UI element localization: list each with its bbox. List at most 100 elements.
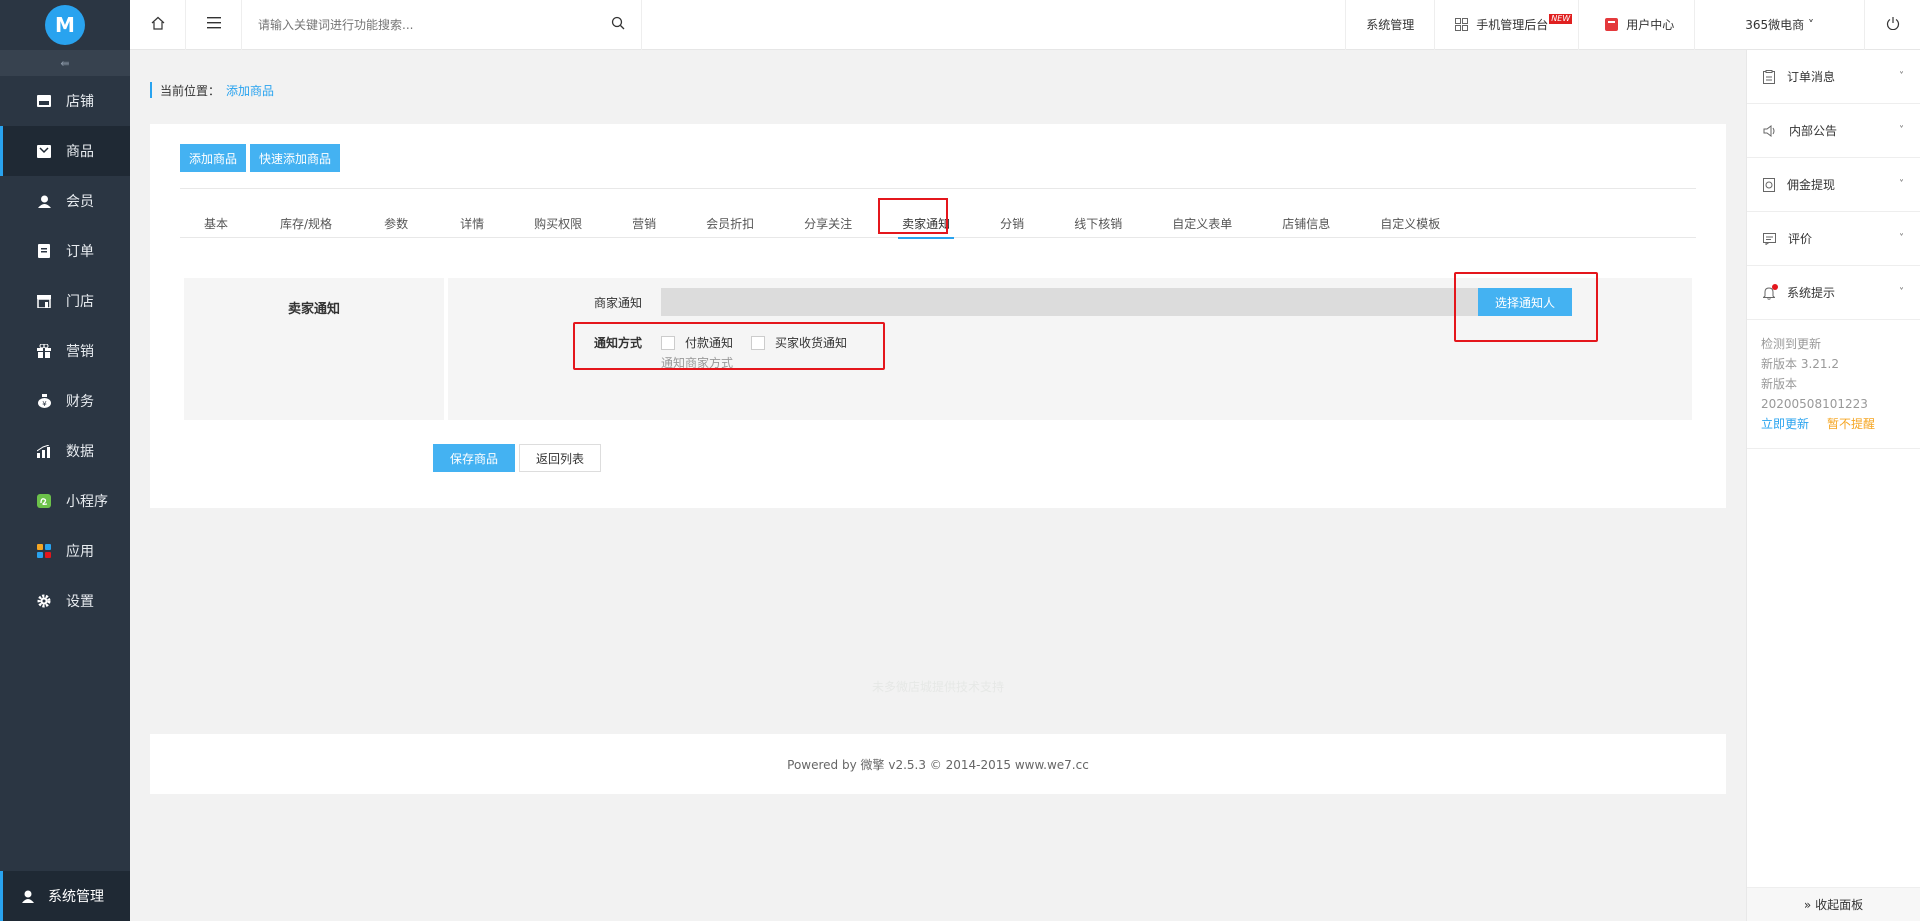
user-center-link[interactable]: 用户中心 xyxy=(1578,0,1694,50)
form-card: 添加商品 快速添加商品 基本 库存/规格 参数 详情 购买权限 营销 会员折扣 … xyxy=(150,124,1726,508)
tab-purchase-permission[interactable]: 购买权限 xyxy=(522,208,594,238)
highlight-box-select xyxy=(1454,272,1598,342)
tab-stock-spec[interactable]: 库存/规格 xyxy=(268,208,344,238)
search-input[interactable] xyxy=(258,17,611,32)
sidebar-item-label: 营销 xyxy=(66,344,94,360)
add-goods-button[interactable]: 添加商品 xyxy=(180,144,247,172)
user-center-label: 用户中心 xyxy=(1626,18,1675,32)
user-gear-icon xyxy=(22,890,36,903)
right-panel: 订单消息 ˅ 内部公告 ˅ 佣金提现 ˅ 评价 ˅ 系统提示 ˅ 检测到更新 新… xyxy=(1746,50,1920,921)
tab-custom-template[interactable]: 自定义模板 xyxy=(1368,208,1452,238)
save-goods-button[interactable]: 保存商品 xyxy=(433,444,515,472)
tab-basic[interactable]: 基本 xyxy=(192,208,240,238)
clipboard-icon xyxy=(1763,69,1775,84)
home-icon xyxy=(151,16,165,33)
top-bar: 系统管理 手机管理后台 NEW 用户中心 365微电商 ˅ xyxy=(130,0,1920,50)
logout-button[interactable] xyxy=(1864,0,1920,50)
sidebar-collapse-button[interactable]: ⇚ xyxy=(0,50,130,76)
sidebar-item-label: 店铺 xyxy=(66,94,94,110)
sidebar-item-settings[interactable]: 设置 xyxy=(0,576,130,626)
update-links: 立即更新 暂不提醒 xyxy=(1761,414,1906,434)
grid-icon xyxy=(1455,18,1469,31)
tab-params[interactable]: 参数 xyxy=(372,208,420,238)
sidebar-item-goods[interactable]: 商品 xyxy=(0,126,130,176)
tab-share-follow[interactable]: 分享关注 xyxy=(792,208,864,238)
tab-details[interactable]: 详情 xyxy=(448,208,496,238)
merchant-notify-field[interactable] xyxy=(661,288,1572,316)
apps-icon xyxy=(36,543,52,559)
sidebar-item-store[interactable]: 店铺 xyxy=(0,76,130,126)
sidebar-item-label: 会员 xyxy=(66,194,94,210)
sidebar-item-label: 小程序 xyxy=(66,494,108,510)
sidebar-item-finance[interactable]: ¥ 财务 xyxy=(0,376,130,426)
sidebar-item-label: 设置 xyxy=(66,594,94,610)
collapse-icon: ⇚ xyxy=(60,56,70,70)
search-box xyxy=(242,0,642,50)
logo[interactable]: M xyxy=(45,5,85,45)
sidebar-system-management[interactable]: 系统管理 xyxy=(0,871,130,921)
chevron-down-icon: ˅ xyxy=(1899,233,1904,244)
member-icon xyxy=(36,193,52,209)
quick-add-goods-button[interactable]: 快速添加商品 xyxy=(250,144,341,172)
breadcrumb-prefix: 当前位置： xyxy=(160,83,221,98)
tab-distribution[interactable]: 分销 xyxy=(988,208,1036,238)
remind-later-link[interactable]: 暂不提醒 xyxy=(1827,414,1875,434)
chart-icon xyxy=(36,443,52,459)
rp-order-messages[interactable]: 订单消息 ˅ xyxy=(1747,50,1920,104)
rp-reviews[interactable]: 评价 ˅ xyxy=(1747,212,1920,266)
shop-switcher[interactable]: 365微电商 ˅ xyxy=(1694,0,1864,50)
rp-label: 订单消息 xyxy=(1787,70,1836,84)
sidebar-item-miniprogram[interactable]: 小程序 xyxy=(0,476,130,526)
rp-commission-withdraw[interactable]: 佣金提现 ˅ xyxy=(1747,158,1920,212)
main-content: 当前位置： 添加商品 添加商品 快速添加商品 基本 库存/规格 参数 详情 购买… xyxy=(150,50,1726,794)
store-icon xyxy=(36,93,52,109)
mobile-admin-link[interactable]: 手机管理后台 NEW xyxy=(1434,0,1578,50)
chevron-down-icon: ˅ xyxy=(1899,287,1904,298)
tab-shop-info[interactable]: 店铺信息 xyxy=(1270,208,1342,238)
system-management-link[interactable]: 系统管理 xyxy=(1345,0,1434,50)
update-now-link[interactable]: 立即更新 xyxy=(1761,414,1809,434)
rp-internal-notice[interactable]: 内部公告 ˅ xyxy=(1747,104,1920,158)
sidebar-item-marketing[interactable]: 营销 xyxy=(0,326,130,376)
shop-icon xyxy=(36,293,52,309)
tab-member-discount[interactable]: 会员折扣 xyxy=(694,208,766,238)
menu-toggle-button[interactable] xyxy=(186,0,242,50)
shop-name-label: 365微电商 ˅ xyxy=(1745,18,1814,32)
chevron-down-icon: ˅ xyxy=(1899,179,1904,190)
sidebar-item-label: 商品 xyxy=(66,144,94,160)
logo-area: M xyxy=(0,0,130,50)
svg-text:¥: ¥ xyxy=(42,400,47,408)
hamburger-icon xyxy=(206,17,221,32)
sidebar-item-data[interactable]: 数据 xyxy=(0,426,130,476)
home-button[interactable] xyxy=(130,0,186,50)
new-badge: NEW xyxy=(1549,13,1573,24)
sidebar-item-member[interactable]: 会员 xyxy=(0,176,130,226)
panel-title: 卖家通知 xyxy=(184,278,444,420)
back-to-list-button[interactable]: 返回列表 xyxy=(519,444,601,472)
sidebar-item-apps[interactable]: 应用 xyxy=(0,526,130,576)
sidebar-item-label: 财务 xyxy=(66,394,94,410)
tab-custom-form[interactable]: 自定义表单 xyxy=(1160,208,1244,238)
user-center-icon xyxy=(1605,18,1619,31)
panel-body: 商家通知 选择通知人 通知方式 付款通知 买家收货通知 通知商家方式 xyxy=(448,272,1692,420)
top-action-buttons: 添加商品 快速添加商品 xyxy=(180,144,341,172)
sidebar-item-shop[interactable]: 门店 xyxy=(0,276,130,326)
sidebar: M ⇚ 店铺 商品 会员 订单 门店 营销 ¥ 财务 数据 小程序 应用 设置 … xyxy=(0,0,130,921)
chevron-down-icon: ˅ xyxy=(1899,71,1904,82)
tab-offline-verify[interactable]: 线下核销 xyxy=(1062,208,1134,238)
tab-marketing[interactable]: 营销 xyxy=(620,208,668,238)
support-text: 未多微店城提供技术支持 xyxy=(871,680,1004,694)
update-notice: 检测到更新 新版本 3.21.2 新版本 20200508101223 立即更新… xyxy=(1747,320,1920,449)
sidebar-item-label: 门店 xyxy=(66,294,94,310)
search-icon[interactable] xyxy=(611,16,625,33)
sidebar-item-order[interactable]: 订单 xyxy=(0,226,130,276)
collapse-panel-button[interactable]: » 收起面板 xyxy=(1747,887,1920,921)
breadcrumb-current[interactable]: 添加商品 xyxy=(226,82,274,99)
sidebar-item-label: 应用 xyxy=(66,544,94,560)
notification-dot xyxy=(1772,283,1778,290)
rp-label: 内部公告 xyxy=(1789,124,1838,138)
top-bar-right: 系统管理 手机管理后台 NEW 用户中心 365微电商 ˅ xyxy=(1345,0,1920,50)
rp-system-tips[interactable]: 系统提示 ˅ xyxy=(1747,266,1920,320)
divider xyxy=(180,188,1696,189)
comment-icon xyxy=(1763,232,1776,245)
